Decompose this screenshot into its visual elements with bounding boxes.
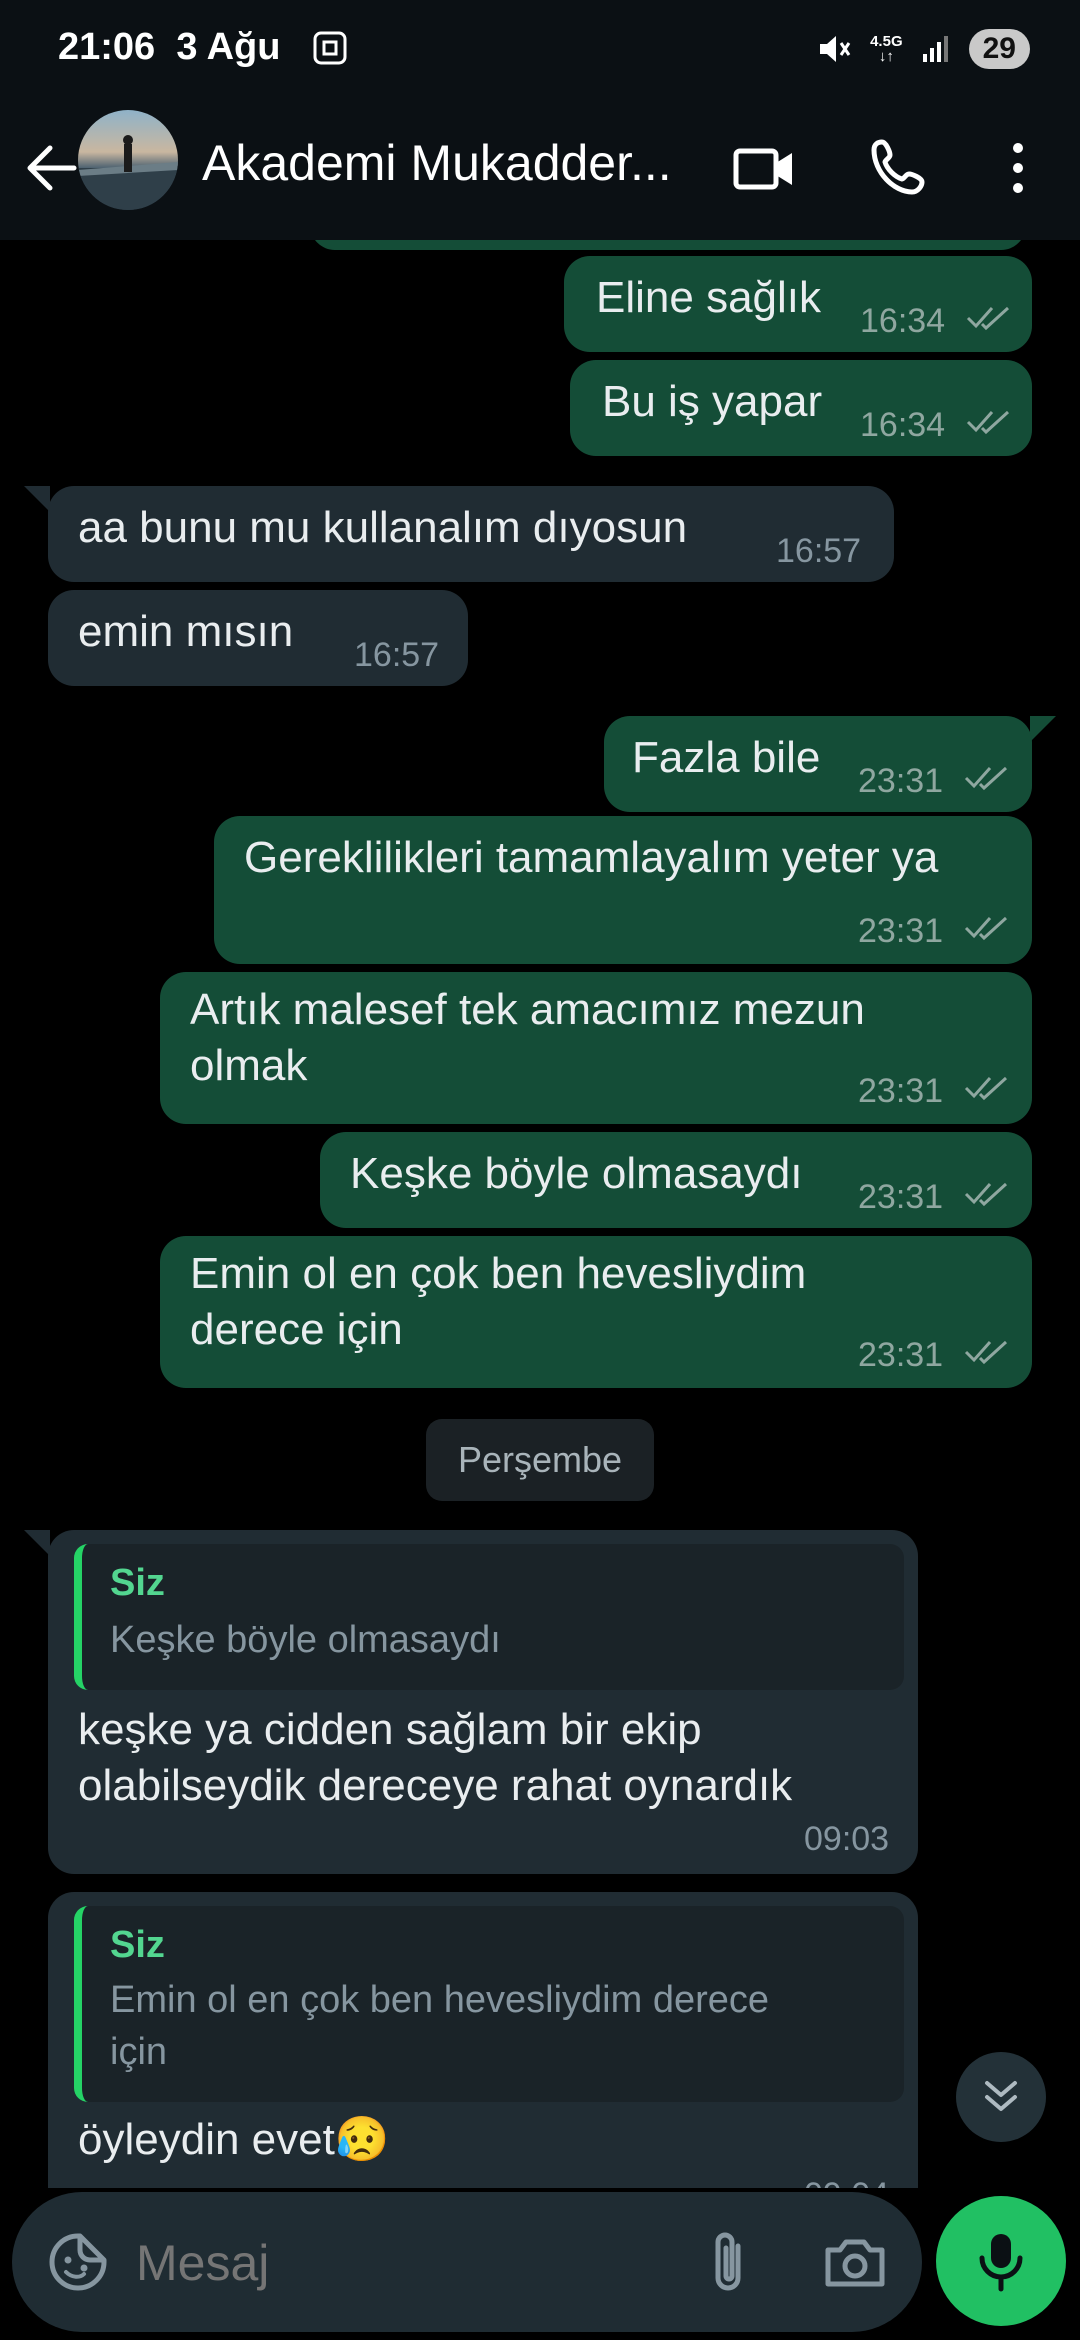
message-text: Artık malesef tek amacımız mezun — [190, 985, 865, 1034]
quote-text: Keşke böyle olmasaydı — [110, 1619, 501, 1661]
message-text-line-2: olmak — [190, 1041, 308, 1090]
quote-text: Emin ol en çok ben hevesliydim derece — [110, 1979, 770, 2021]
bubble-tail — [24, 486, 50, 512]
quote-author: Siz — [110, 1924, 165, 1966]
quote-author: Siz — [110, 1562, 165, 1604]
read-receipt-icon — [964, 1340, 1008, 1365]
message-text: emin mısın — [78, 607, 294, 656]
message-time: 16:34 — [860, 302, 946, 340]
message-time: 23:31 — [858, 1336, 944, 1374]
message-bubble-outgoing[interactable]: Fazla bile 23:31 — [604, 716, 1032, 812]
message-bubble-outgoing[interactable]: Emin ol en çok ben hevesliydim derece iç… — [160, 1236, 1032, 1388]
message-bubble-outgoing[interactable]: Artık malesef tek amacımız mezun olmak 2… — [160, 972, 1032, 1124]
read-receipt-icon — [964, 1076, 1008, 1101]
message-time: 23:31 — [858, 1072, 944, 1110]
message-text-line-2: olabilseydik dereceye rahat oynardık — [78, 1761, 793, 1810]
screenshot-icon — [313, 31, 347, 65]
contact-name[interactable]: Akademi Mukadder... — [202, 134, 672, 192]
message-time: 16:57 — [776, 532, 862, 570]
read-receipt-icon — [964, 766, 1008, 791]
message-bubble-outgoing[interactable]: Gereklilikleri tamamlayalım yeter ya 23:… — [214, 816, 1032, 964]
status-bar: 21:06 3 Ağu 4.5G ↓↑ 29 — [0, 0, 1080, 100]
message-list[interactable]: Eline sağlık 16:34 Bu iş yapar 16:34 aa … — [0, 240, 1080, 2188]
message-time: 09:03 — [804, 1820, 890, 1858]
message-time: 23:31 — [858, 762, 944, 800]
voice-call-icon[interactable] — [866, 134, 934, 202]
reply-message-bubble[interactable]: Siz Emin ol en çok ben hevesliydim derec… — [48, 1892, 918, 2188]
read-receipt-icon — [966, 410, 1010, 435]
video-call-icon[interactable] — [730, 135, 798, 203]
back-arrow-icon[interactable] — [20, 136, 84, 200]
message-time: 16:57 — [354, 636, 440, 674]
read-receipt-icon — [966, 306, 1010, 331]
system-nav-strip — [0, 2332, 1080, 2340]
quote-text-line-2: için — [110, 2031, 168, 2073]
contact-avatar[interactable] — [78, 110, 178, 210]
message-bubble-incoming[interactable]: emin mısın 16:57 — [48, 590, 468, 686]
bubble-tail — [24, 1530, 50, 1556]
attach-icon[interactable] — [698, 2228, 762, 2296]
more-options-icon[interactable] — [996, 134, 1040, 202]
bubble-tail — [1030, 716, 1056, 742]
battery-indicator: 29 — [968, 29, 1030, 69]
message-time: 09:04 — [804, 2176, 889, 2188]
message-text: Bu iş yapar — [602, 377, 823, 426]
read-receipt-icon — [964, 916, 1008, 941]
network-indicator: 4.5G ↓↑ — [870, 33, 903, 65]
message-input[interactable] — [134, 2226, 698, 2300]
message-text: Keşke böyle olmasaydı — [350, 1149, 803, 1198]
message-text: Gereklilikleri tamamlayalım yeter ya — [244, 833, 939, 882]
message-bubble-partial — [310, 240, 1026, 250]
camera-icon[interactable] — [822, 2230, 888, 2294]
message-composer — [12, 2192, 922, 2332]
message-time: 16:34 — [860, 406, 946, 444]
sticker-icon[interactable] — [46, 2230, 110, 2294]
mute-icon — [820, 36, 851, 62]
status-indicators: 4.5G ↓↑ 29 — [816, 24, 1030, 74]
day-separator: Perşembe — [426, 1419, 654, 1501]
scroll-to-bottom-button[interactable] — [956, 2052, 1046, 2142]
double-chevron-down-icon — [985, 2081, 1017, 2111]
message-text: Emin ol en çok ben hevesliydim — [190, 1249, 807, 1298]
message-text: keşke ya cidden sağlam bir ekip — [78, 1705, 702, 1754]
message-text: Fazla bile — [632, 733, 821, 782]
microphone-icon — [979, 2234, 1023, 2292]
message-bubble-outgoing[interactable]: Eline sağlık 16:34 — [564, 256, 1032, 352]
reply-message-bubble[interactable]: Siz Keşke böyle olmasaydı keşke ya cidde… — [48, 1530, 918, 1874]
quoted-message[interactable]: Siz Keşke böyle olmasaydı — [74, 1544, 904, 1690]
quoted-message[interactable]: Siz Emin ol en çok ben hevesliydim derec… — [74, 1906, 904, 2102]
message-text: aa bunu mu kullanalım dıyosun — [78, 503, 688, 552]
message-time: 23:31 — [858, 1178, 944, 1216]
status-time-date: 21:06 3 Ağu — [58, 26, 281, 68]
message-text: Eline sağlık — [596, 273, 822, 322]
message-bubble-incoming[interactable]: aa bunu mu kullanalım dıyosun 16:57 — [48, 486, 894, 582]
message-text-line-2: derece için — [190, 1305, 403, 1354]
message-text: öyleydin evet😥 — [78, 2115, 390, 2164]
signal-icon — [922, 36, 948, 62]
message-bubble-outgoing[interactable]: Bu iş yapar 16:34 — [570, 360, 1032, 456]
message-bubble-outgoing[interactable]: Keşke böyle olmasaydı 23:31 — [320, 1132, 1032, 1228]
voice-record-button[interactable] — [936, 2196, 1066, 2326]
message-time: 23:31 — [858, 912, 944, 950]
read-receipt-icon — [964, 1182, 1008, 1207]
